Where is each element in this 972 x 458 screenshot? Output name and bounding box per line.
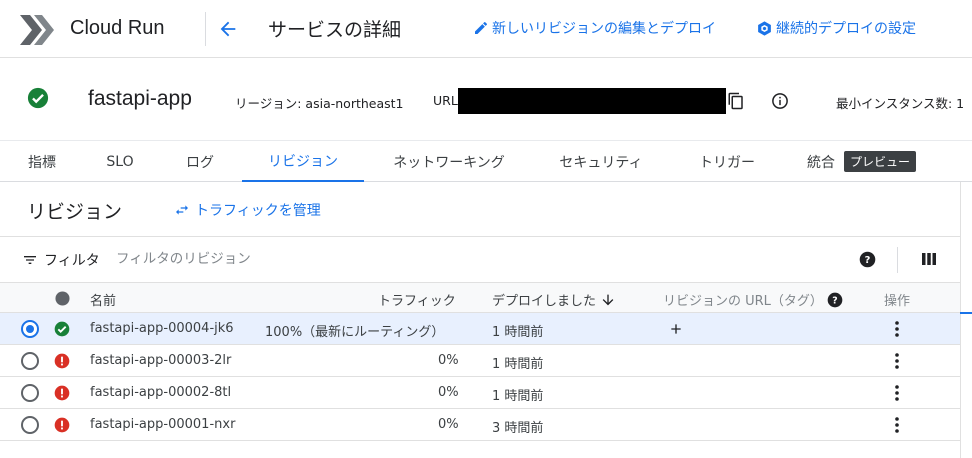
column-header-actions: 操作 <box>884 294 911 309</box>
svg-text:?: ? <box>865 255 871 266</box>
revision-traffic: 0% <box>438 353 459 368</box>
info-icon[interactable] <box>771 92 789 110</box>
service-url-redacted <box>458 88 726 114</box>
filter-list-icon <box>24 256 36 264</box>
filter-label: フィルタ <box>44 253 100 269</box>
tab-revisions[interactable]: リビジョン <box>242 141 364 182</box>
row-select-radio[interactable] <box>21 320 39 338</box>
more-vert-icon[interactable] <box>889 384 905 402</box>
min-instances: 最小インスタンス数: 1 <box>836 96 965 111</box>
error-icon <box>54 385 70 401</box>
column-header-deployed-label: デプロイしました <box>492 294 597 309</box>
table-header: 名前 トラフィック デプロイしました リビジョンの URL（タグ） ? 操作 <box>0 282 960 313</box>
revision-deployed: 1 時間前 <box>492 357 544 372</box>
continuous-deploy-button[interactable]: 継続的デプロイの設定 <box>756 18 916 38</box>
revision-deployed: 3 時間前 <box>492 421 544 436</box>
panel-divider[interactable] <box>960 182 961 458</box>
preview-badge: プレビュー <box>844 151 917 172</box>
svg-text:?: ? <box>832 295 837 306</box>
continuous-deploy-label: 継続的デプロイの設定 <box>776 21 916 37</box>
more-vert-icon[interactable] <box>889 320 905 338</box>
table-row[interactable]: fastapi-app-00004-jk6 100%（最新にルーティング） 1 … <box>0 313 960 345</box>
revision-name[interactable]: fastapi-app-00002-8tl <box>90 385 231 400</box>
revision-traffic: 0% <box>438 385 459 400</box>
revision-name[interactable]: fastapi-app-00001-nxr <box>90 417 235 432</box>
divider <box>897 247 898 273</box>
error-icon <box>54 417 70 433</box>
revision-traffic: 0% <box>438 417 459 432</box>
column-header-url: リビジョンの URL（タグ） ? <box>663 290 843 309</box>
revision-deployed: 1 時間前 <box>492 389 544 404</box>
tab-bar: 指標 SLO ログ リビジョン ネットワーキング セキュリティ トリガー 統合 <box>0 140 972 182</box>
arrow-back-icon <box>220 21 236 37</box>
table-row[interactable]: fastapi-app-00001-nxr 0% 3 時間前 <box>0 409 960 441</box>
tab-security[interactable]: セキュリティ <box>546 141 656 182</box>
column-header-url-label: リビジョンの URL（タグ） <box>663 294 823 309</box>
tab-triggers[interactable]: トリガー <box>682 141 772 182</box>
revision-name[interactable]: fastapi-app-00004-jk6 <box>90 321 234 336</box>
back-button[interactable] <box>214 15 242 43</box>
add-icon[interactable] <box>668 321 684 337</box>
service-name: fastapi-app <box>88 87 192 110</box>
edit-icon <box>475 21 487 34</box>
filter-input[interactable] <box>116 247 716 271</box>
column-header-deployed[interactable]: デプロイしました <box>492 290 616 309</box>
tab-metrics[interactable]: 指標 <box>14 141 70 182</box>
revision-deployed: 1 時間前 <box>492 325 544 340</box>
help-icon[interactable]: ? <box>859 251 876 268</box>
filter-bar: フィルタ ? <box>0 236 960 282</box>
revision-name[interactable]: fastapi-app-00003-2lr <box>90 353 231 368</box>
check-circle-icon <box>27 87 49 109</box>
help-icon[interactable]: ? <box>827 292 843 308</box>
row-select-radio[interactable] <box>21 416 39 434</box>
tab-slo[interactable]: SLO <box>92 141 148 182</box>
tab-logs[interactable]: ログ <box>172 141 228 182</box>
more-vert-icon[interactable] <box>889 352 905 370</box>
column-display-icon[interactable] <box>921 251 937 267</box>
divider <box>205 12 206 46</box>
filter-button[interactable]: フィルタ <box>22 250 100 270</box>
build-icon <box>758 20 771 36</box>
table-row[interactable]: fastapi-app-00003-2lr 0% 1 時間前 <box>0 345 960 377</box>
cloud-run-logo-icon[interactable] <box>18 13 58 47</box>
tab-integrations[interactable]: 統合 <box>800 141 842 182</box>
section-title: リビジョン <box>27 201 123 223</box>
manage-traffic-label: トラフィックを管理 <box>195 203 321 219</box>
column-header-name[interactable]: 名前 <box>90 290 116 309</box>
page-title: サービスの詳細 <box>268 19 402 41</box>
status-column-icon <box>55 291 70 306</box>
check-circle-icon <box>54 321 70 337</box>
copy-icon[interactable] <box>727 92 745 110</box>
panel-divider-accent <box>960 312 972 314</box>
edit-deploy-revision-button[interactable]: 新しいリビジョンの編集とデプロイ <box>473 18 716 38</box>
column-header-traffic[interactable]: トラフィック <box>378 290 456 309</box>
arrow-downward-icon <box>602 294 614 305</box>
row-select-radio[interactable] <box>21 384 39 402</box>
edit-deploy-label: 新しいリビジョンの編集とデプロイ <box>492 21 716 37</box>
service-region: リージョン: asia-northeast1 <box>235 96 404 111</box>
row-select-radio[interactable] <box>21 352 39 370</box>
error-icon <box>54 353 70 369</box>
swap-horiz-icon <box>176 205 188 215</box>
app-name: Cloud Run <box>70 17 165 39</box>
revision-traffic: 100%（最新にルーティング） <box>265 325 445 340</box>
manage-traffic-button[interactable]: トラフィックを管理 <box>174 200 321 220</box>
more-vert-icon[interactable] <box>889 416 905 434</box>
table-row[interactable]: fastapi-app-00002-8tl 0% 1 時間前 <box>0 377 960 409</box>
top-app-bar: Cloud Run サービスの詳細 新しいリビジョンの編集とデプロイ 継続的デプ… <box>0 0 972 58</box>
tab-networking[interactable]: ネットワーキング <box>378 141 520 182</box>
